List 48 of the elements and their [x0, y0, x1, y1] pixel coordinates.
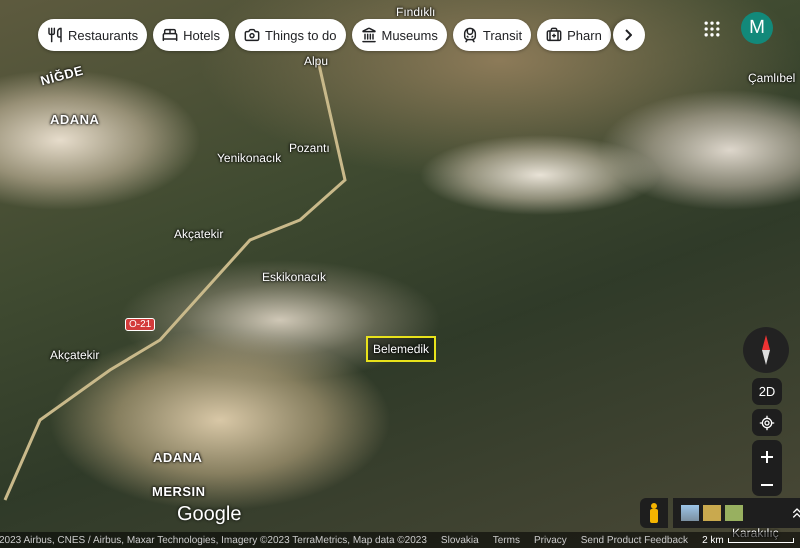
chevron-right-icon: [625, 29, 632, 41]
place-label[interactable]: Akçatekir: [50, 348, 100, 362]
account-avatar[interactable]: M: [741, 12, 773, 44]
layer-thumbnail[interactable]: [703, 505, 721, 521]
place-label[interactable]: Akçatekir: [174, 227, 224, 241]
footer-link[interactable]: Terms: [492, 534, 520, 546]
region-label[interactable]: MERSIN: [152, 484, 206, 499]
footer-link[interactable]: Privacy: [534, 534, 567, 546]
layer-thumbnail[interactable]: [681, 505, 699, 521]
layer-thumbnail[interactable]: [725, 505, 743, 521]
compass-control[interactable]: [743, 327, 789, 373]
apps-grid-icon[interactable]: [702, 19, 722, 39]
highlighted-place-label[interactable]: Belemedik: [366, 336, 436, 362]
plus-icon: [761, 450, 773, 462]
zoom-in-button[interactable]: [761, 450, 773, 462]
place-label[interactable]: Pozantı: [289, 141, 330, 155]
scroll-right-button[interactable]: [612, 19, 645, 51]
logo: Google: [177, 503, 242, 526]
fork-knife-icon: [47, 27, 63, 43]
place-label[interactable]: Eskikonacık: [262, 270, 326, 284]
place-label[interactable]: Alpu: [304, 54, 328, 68]
category-chip[interactable]: Transit: [452, 19, 532, 51]
bed-icon: [162, 27, 178, 43]
region-label[interactable]: NİĞDE: [38, 62, 85, 88]
view-mode-button[interactable]: 2D: [752, 378, 782, 405]
street-view-button[interactable]: [640, 498, 668, 528]
category-chip[interactable]: Restaurants: [38, 19, 148, 51]
scale-label: 2 km: [702, 534, 724, 546]
road-sign[interactable]: O-21: [125, 318, 156, 331]
footer-link[interactable]: Send Product Feedback: [580, 534, 688, 546]
category-chip[interactable]: Things to do: [234, 19, 346, 51]
compass-needle-icon: [762, 335, 770, 365]
place-label[interactable]: Yenikonacık: [217, 151, 282, 165]
category-chip[interactable]: Pharn: [537, 19, 611, 51]
place-label[interactable]: Çamlıbel: [748, 71, 796, 85]
medical-kit-icon: [546, 27, 562, 43]
category-chip[interactable]: Museums: [352, 19, 447, 51]
scale-bar: [728, 538, 794, 542]
location-icon: [759, 414, 775, 430]
category-chip[interactable]: Hotels: [153, 19, 229, 51]
my-location-button[interactable]: [752, 409, 782, 436]
place-label[interactable]: Fındıklı: [396, 5, 436, 19]
train-icon: [462, 27, 478, 43]
building-icon: [360, 27, 376, 43]
camera-icon: [244, 27, 260, 43]
person-icon: [649, 503, 659, 523]
footer-link[interactable]: Slovakia: [440, 534, 479, 546]
minus-icon: [761, 484, 773, 486]
